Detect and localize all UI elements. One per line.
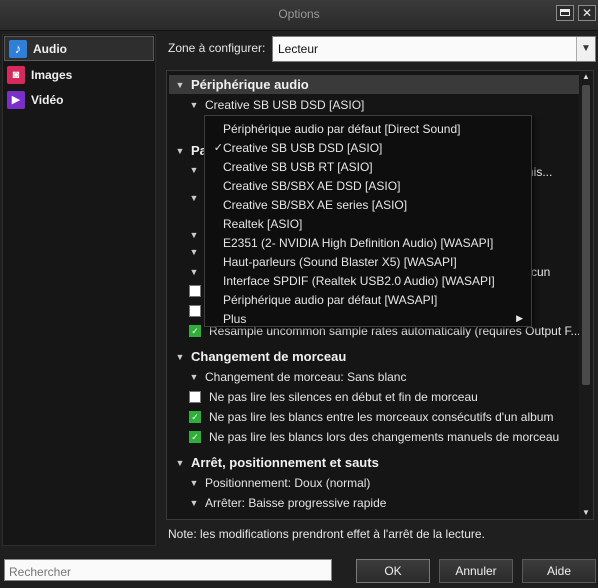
scroll-up-icon[interactable]: ▲ (579, 71, 593, 83)
audio-device-menu: Périphérique audio par défaut [Direct So… (204, 115, 532, 327)
dropdown-triangle-icon: ▼ (189, 165, 199, 175)
category-sidebar: ♪ Audio ◙ Images ▶ Vidéo (2, 34, 156, 546)
menu-item-label: Creative SB/SBX AE series [ASIO] (223, 197, 408, 212)
menu-item-label: Plus (223, 311, 247, 326)
scroll-down-icon[interactable]: ▼ (579, 507, 593, 519)
checkmark-icon: ✓ (213, 142, 223, 154)
collapse-triangle-icon: ▼ (175, 351, 185, 362)
vertical-scrollbar[interactable]: ▲ ▼ (579, 71, 593, 519)
menu-item-selected[interactable]: ✓ Creative SB USB DSD [ASIO] (205, 138, 531, 157)
checkbox-checked[interactable]: ✓ (189, 411, 201, 423)
ok-button[interactable]: OK (356, 559, 430, 583)
collapse-triangle-icon: ▼ (175, 145, 185, 156)
setting-text: Positionnement: Doux (normal) (205, 476, 371, 490)
dropdown-triangle-icon: ▼ (189, 372, 199, 382)
setting-text: cun (531, 265, 551, 279)
setting-checkbox-row[interactable]: ✓ Ne pas lire les blancs lors des change… (183, 428, 583, 446)
menu-item-label: Creative SB USB DSD [ASIO] (223, 140, 383, 155)
setting-text: Ne pas lire les silences en début et fin… (209, 390, 478, 404)
dropdown-triangle-icon: ▼ (189, 267, 199, 277)
menu-item[interactable]: Creative SB/SBX AE DSD [ASIO] (205, 176, 531, 195)
help-button[interactable]: Aide (522, 559, 596, 583)
menu-item[interactable]: Périphérique audio par défaut [WASAPI] (205, 290, 531, 309)
maximize-button[interactable] (556, 5, 574, 21)
checkbox-checked[interactable]: ✓ (189, 431, 201, 443)
seek-mode-select[interactable]: ▼ Positionnement: Doux (normal) (183, 474, 583, 492)
scrollbar-thumb[interactable] (582, 85, 590, 385)
menu-item-label: E2351 (2- NVIDIA High Definition Audio) … (223, 235, 494, 250)
menu-item-more[interactable]: Plus ▶ (205, 309, 531, 328)
zone-select-value: Lecteur (278, 42, 319, 56)
checkbox[interactable] (189, 285, 201, 297)
dropdown-triangle-icon: ▼ (189, 193, 199, 203)
dropdown-triangle-icon: ▼ (189, 247, 199, 257)
sidebar-item-label: Audio (33, 41, 67, 56)
dropdown-triangle-icon: ▼ (189, 100, 199, 110)
audio-device-select[interactable]: ▼ Creative SB USB DSD [ASIO] (183, 96, 583, 114)
menu-item-label: Creative SB USB RT [ASIO] (223, 159, 373, 174)
checkbox[interactable] (189, 305, 201, 317)
sidebar-item-label: Vidéo (31, 92, 64, 107)
setting-text: Ne pas lire les blancs lors des changeme… (209, 430, 560, 444)
stop-mode-select[interactable]: ▼ Arrêter: Baisse progressive rapide (183, 494, 583, 512)
sidebar-item-label: Images (31, 67, 73, 82)
sidebar-item-audio[interactable]: ♪ Audio (4, 36, 154, 61)
collapse-triangle-icon: ▼ (175, 457, 185, 468)
menu-item-label: Creative SB/SBX AE DSD [ASIO] (223, 178, 401, 193)
section-stop-seek[interactable]: ▼ Arrêt, positionnement et sauts (169, 453, 579, 472)
zone-label: Zone à configurer: (168, 41, 266, 55)
setting-checkbox-row[interactable]: Ne pas lire les silences en début et fin… (183, 388, 583, 406)
menu-item[interactable]: Realtek [ASIO] (205, 214, 531, 233)
film-icon: ▶ (7, 90, 25, 109)
menu-item[interactable]: E2351 (2- NVIDIA High Definition Audio) … (205, 233, 531, 252)
menu-item[interactable]: Creative SB USB RT [ASIO] (205, 157, 531, 176)
menu-item[interactable]: Périphérique audio par défaut [Direct So… (205, 119, 531, 138)
setting-checkbox-row[interactable]: ✓ Ne pas lire les blancs entre les morce… (183, 408, 583, 426)
window-title: Options (278, 7, 320, 21)
cancel-button[interactable]: Annuler (439, 559, 513, 583)
menu-item-label: Périphérique audio par défaut [WASAPI] (223, 292, 438, 307)
setting-text: Arrêter: Baisse progressive rapide (205, 496, 387, 510)
menu-item-label: Interface SPDIF (Realtek USB2.0 Audio) [… (223, 273, 495, 288)
setting-text: Ne pas lire les blancs entre les morceau… (209, 410, 554, 424)
menu-item[interactable]: Creative SB/SBX AE series [ASIO] (205, 195, 531, 214)
camera-icon: ◙ (7, 65, 25, 84)
dropdown-triangle-icon: ▼ (189, 230, 199, 240)
dropdown-triangle-icon: ▼ (189, 498, 199, 508)
setting-text: Changement de morceau: Sans blanc (205, 370, 407, 384)
music-note-icon: ♪ (9, 39, 27, 58)
checkbox[interactable] (189, 391, 201, 403)
section-audio-device[interactable]: ▼ Périphérique audio (169, 75, 579, 94)
audio-device-value: Creative SB USB DSD [ASIO] (205, 98, 365, 112)
close-button[interactable]: ✕ (578, 5, 596, 21)
section-title: Arrêt, positionnement et sauts (191, 455, 379, 470)
menu-item-label: Haut-parleurs (Sound Blaster X5) [WASAPI… (223, 254, 457, 269)
title-bar: Options ✕ (0, 0, 598, 31)
search-input[interactable] (4, 559, 332, 581)
zone-select[interactable]: Lecteur ▼ (272, 36, 596, 62)
menu-item-label: Realtek [ASIO] (223, 216, 303, 231)
section-track-change[interactable]: ▼ Changement de morceau (169, 347, 579, 366)
menu-item[interactable]: Interface SPDIF (Realtek USB2.0 Audio) [… (205, 271, 531, 290)
menu-item[interactable]: Haut-parleurs (Sound Blaster X5) [WASAPI… (205, 252, 531, 271)
checkbox-checked[interactable]: ✓ (189, 325, 201, 337)
info-note: Note: les modifications prendront effet … (168, 527, 485, 541)
submenu-arrow-icon: ▶ (516, 313, 523, 323)
section-title: Périphérique audio (191, 77, 309, 92)
menu-item-label: Périphérique audio par défaut [Direct So… (223, 121, 461, 136)
collapse-triangle-icon: ▼ (175, 79, 185, 90)
chevron-down-icon[interactable]: ▼ (576, 37, 595, 61)
sidebar-item-images[interactable]: ◙ Images (3, 62, 155, 87)
sidebar-item-video[interactable]: ▶ Vidéo (3, 87, 155, 112)
section-title: Changement de morceau (191, 349, 347, 364)
dropdown-triangle-icon: ▼ (189, 478, 199, 488)
track-change-select[interactable]: ▼ Changement de morceau: Sans blanc (183, 368, 583, 386)
